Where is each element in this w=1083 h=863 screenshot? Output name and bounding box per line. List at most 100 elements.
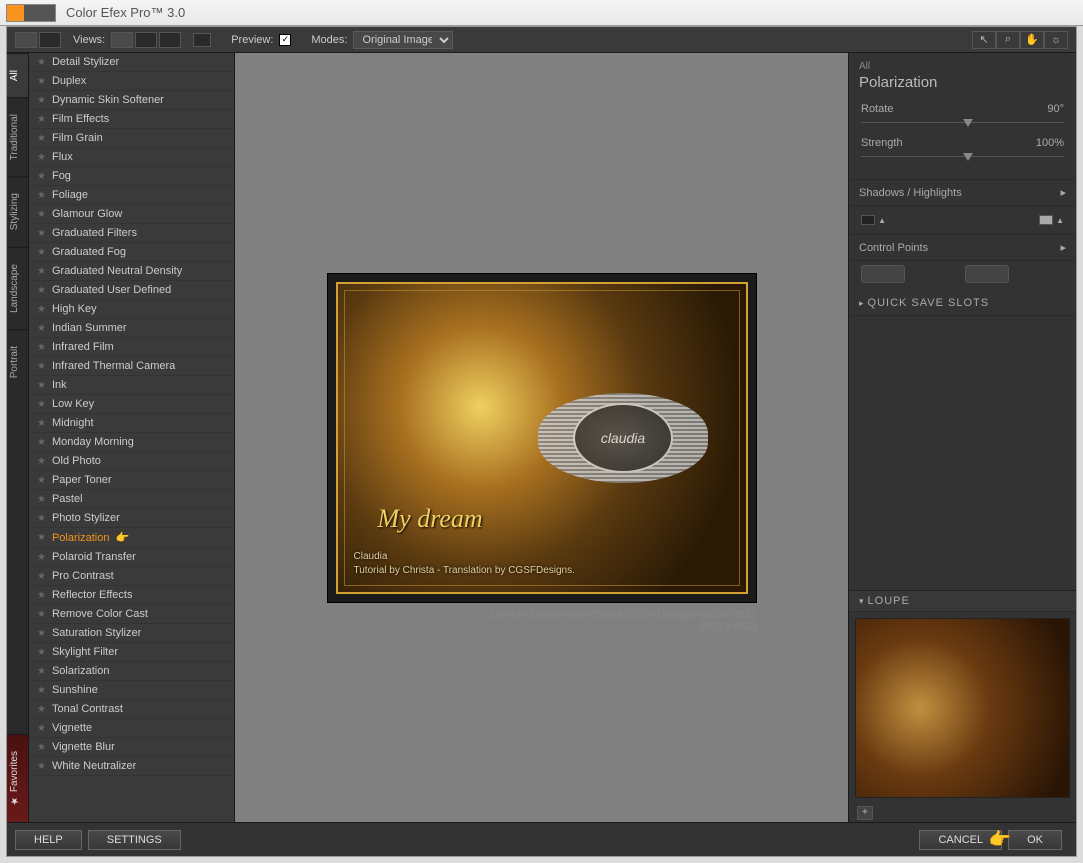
filter-item[interactable]: ★Flux	[29, 148, 234, 167]
quick-save-header[interactable]: ▸QUICK SAVE SLOTS	[849, 291, 1076, 316]
favorite-star-icon[interactable]: ★	[37, 532, 46, 543]
light-icon[interactable]: ☼	[1044, 31, 1068, 49]
favorite-star-icon[interactable]: ★	[37, 114, 46, 125]
help-button[interactable]: HELP	[15, 830, 82, 850]
favorite-star-icon[interactable]: ★	[37, 171, 46, 182]
favorite-star-icon[interactable]: ★	[37, 133, 46, 144]
favorite-star-icon[interactable]: ★	[37, 209, 46, 220]
filter-item[interactable]: ★Fog	[29, 167, 234, 186]
favorite-star-icon[interactable]: ★	[37, 590, 46, 601]
filter-item[interactable]: ★Film Effects	[29, 110, 234, 129]
favorite-star-icon[interactable]: ★	[37, 399, 46, 410]
favorite-star-icon[interactable]: ★	[37, 190, 46, 201]
view-side-icon[interactable]	[159, 32, 181, 48]
favorite-star-icon[interactable]: ★	[37, 342, 46, 353]
favorite-star-icon[interactable]: ★	[37, 628, 46, 639]
filter-item[interactable]: ★Vignette	[29, 719, 234, 738]
pan-icon[interactable]: ✋	[1020, 31, 1044, 49]
control-points-section[interactable]: Control Points▸	[849, 235, 1076, 261]
favorite-star-icon[interactable]: ★	[37, 76, 46, 87]
filter-item[interactable]: ★Remove Color Cast	[29, 605, 234, 624]
filter-item[interactable]: ★Polarization👉	[29, 528, 234, 548]
view-single-icon[interactable]	[111, 32, 133, 48]
favorite-star-icon[interactable]: ★	[37, 456, 46, 467]
filter-item[interactable]: ★Reflector Effects	[29, 586, 234, 605]
filter-item[interactable]: ★High Key	[29, 300, 234, 319]
filter-item[interactable]: ★Low Key	[29, 395, 234, 414]
zoom-icon[interactable]: ⌕	[996, 31, 1020, 49]
filter-item[interactable]: ★Graduated Neutral Density	[29, 262, 234, 281]
filter-item[interactable]: ★Photo Stylizer	[29, 509, 234, 528]
filter-item[interactable]: ★Indian Summer	[29, 319, 234, 338]
filter-item[interactable]: ★Foliage	[29, 186, 234, 205]
favorite-star-icon[interactable]: ★	[37, 685, 46, 696]
favorite-star-icon[interactable]: ★	[37, 704, 46, 715]
rotate-slider[interactable]	[861, 119, 1064, 127]
filter-item[interactable]: ★Glamour Glow	[29, 205, 234, 224]
filter-item[interactable]: ★Pastel	[29, 490, 234, 509]
category-tab-landscape[interactable]: Landscape	[7, 247, 28, 329]
category-tab-traditional[interactable]: Traditional	[7, 97, 28, 176]
filter-item[interactable]: ★Graduated Fog	[29, 243, 234, 262]
favorite-star-icon[interactable]: ★	[37, 552, 46, 563]
remove-control-point-button[interactable]	[965, 265, 1009, 283]
loupe-header[interactable]: ▾LOUPE	[849, 590, 1076, 612]
panel-left-icon[interactable]	[15, 32, 37, 48]
favorite-star-icon[interactable]: ★	[37, 475, 46, 486]
favorite-star-icon[interactable]: ★	[37, 304, 46, 315]
cancel-button[interactable]: CANCEL	[919, 830, 1002, 850]
favorite-star-icon[interactable]: ★	[37, 285, 46, 296]
pointer-icon[interactable]: ↖	[972, 31, 996, 49]
add-control-point-button[interactable]	[861, 265, 905, 283]
favorite-star-icon[interactable]: ★	[37, 494, 46, 505]
view-split-icon[interactable]	[135, 32, 157, 48]
favorite-star-icon[interactable]: ★	[37, 361, 46, 372]
favorite-star-icon[interactable]: ★	[37, 247, 46, 258]
favorite-star-icon[interactable]: ★	[37, 266, 46, 277]
category-tab-portrait[interactable]: Portrait	[7, 329, 28, 394]
filter-item[interactable]: ★Solarization	[29, 662, 234, 681]
loupe-preview[interactable]	[855, 618, 1070, 798]
loupe-pin-button[interactable]: ✦	[857, 806, 873, 820]
favorite-star-icon[interactable]: ★	[37, 323, 46, 334]
shadows-highlights-section[interactable]: Shadows / Highlights▸	[849, 180, 1076, 206]
filter-item[interactable]: ★Monday Morning	[29, 433, 234, 452]
favorite-star-icon[interactable]: ★	[37, 571, 46, 582]
favorite-star-icon[interactable]: ★	[37, 437, 46, 448]
filter-item[interactable]: ★Sunshine	[29, 681, 234, 700]
favorite-star-icon[interactable]: ★	[37, 513, 46, 524]
filter-item[interactable]: ★Vignette Blur	[29, 738, 234, 757]
filter-item[interactable]: ★Saturation Stylizer	[29, 624, 234, 643]
filter-item[interactable]: ★White Neutralizer	[29, 757, 234, 776]
filter-item[interactable]: ★Old Photo	[29, 452, 234, 471]
favorites-tab[interactable]: ★ Favorites	[7, 734, 28, 822]
filter-item[interactable]: ★Polaroid Transfer	[29, 548, 234, 567]
filter-item[interactable]: ★Pro Contrast	[29, 567, 234, 586]
filter-item[interactable]: ★Paper Toner	[29, 471, 234, 490]
favorite-star-icon[interactable]: ★	[37, 228, 46, 239]
category-tab-all[interactable]: All	[7, 53, 28, 97]
filter-item[interactable]: ★Midnight	[29, 414, 234, 433]
favorite-star-icon[interactable]: ★	[37, 723, 46, 734]
filter-item[interactable]: ★Infrared Thermal Camera	[29, 357, 234, 376]
favorite-star-icon[interactable]: ★	[37, 647, 46, 658]
filter-item[interactable]: ★Ink	[29, 376, 234, 395]
favorite-star-icon[interactable]: ★	[37, 380, 46, 391]
filter-item[interactable]: ★Graduated User Defined	[29, 281, 234, 300]
strength-slider[interactable]	[861, 153, 1064, 161]
favorite-star-icon[interactable]: ★	[37, 609, 46, 620]
settings-button[interactable]: SETTINGS	[88, 830, 181, 850]
highlight-swatch[interactable]	[1039, 215, 1053, 225]
shadow-swatch[interactable]	[861, 215, 875, 225]
favorite-star-icon[interactable]: ★	[37, 418, 46, 429]
preview-checkbox[interactable]: ✓	[279, 34, 291, 46]
filter-item[interactable]: ★Duplex	[29, 72, 234, 91]
panel-right-icon[interactable]	[39, 32, 61, 48]
favorite-star-icon[interactable]: ★	[37, 152, 46, 163]
favorite-star-icon[interactable]: ★	[37, 761, 46, 772]
filter-item[interactable]: ★Infrared Film	[29, 338, 234, 357]
filter-item[interactable]: ★Tonal Contrast	[29, 700, 234, 719]
favorite-star-icon[interactable]: ★	[37, 742, 46, 753]
favorite-star-icon[interactable]: ★	[37, 57, 46, 68]
filter-item[interactable]: ★Film Grain	[29, 129, 234, 148]
